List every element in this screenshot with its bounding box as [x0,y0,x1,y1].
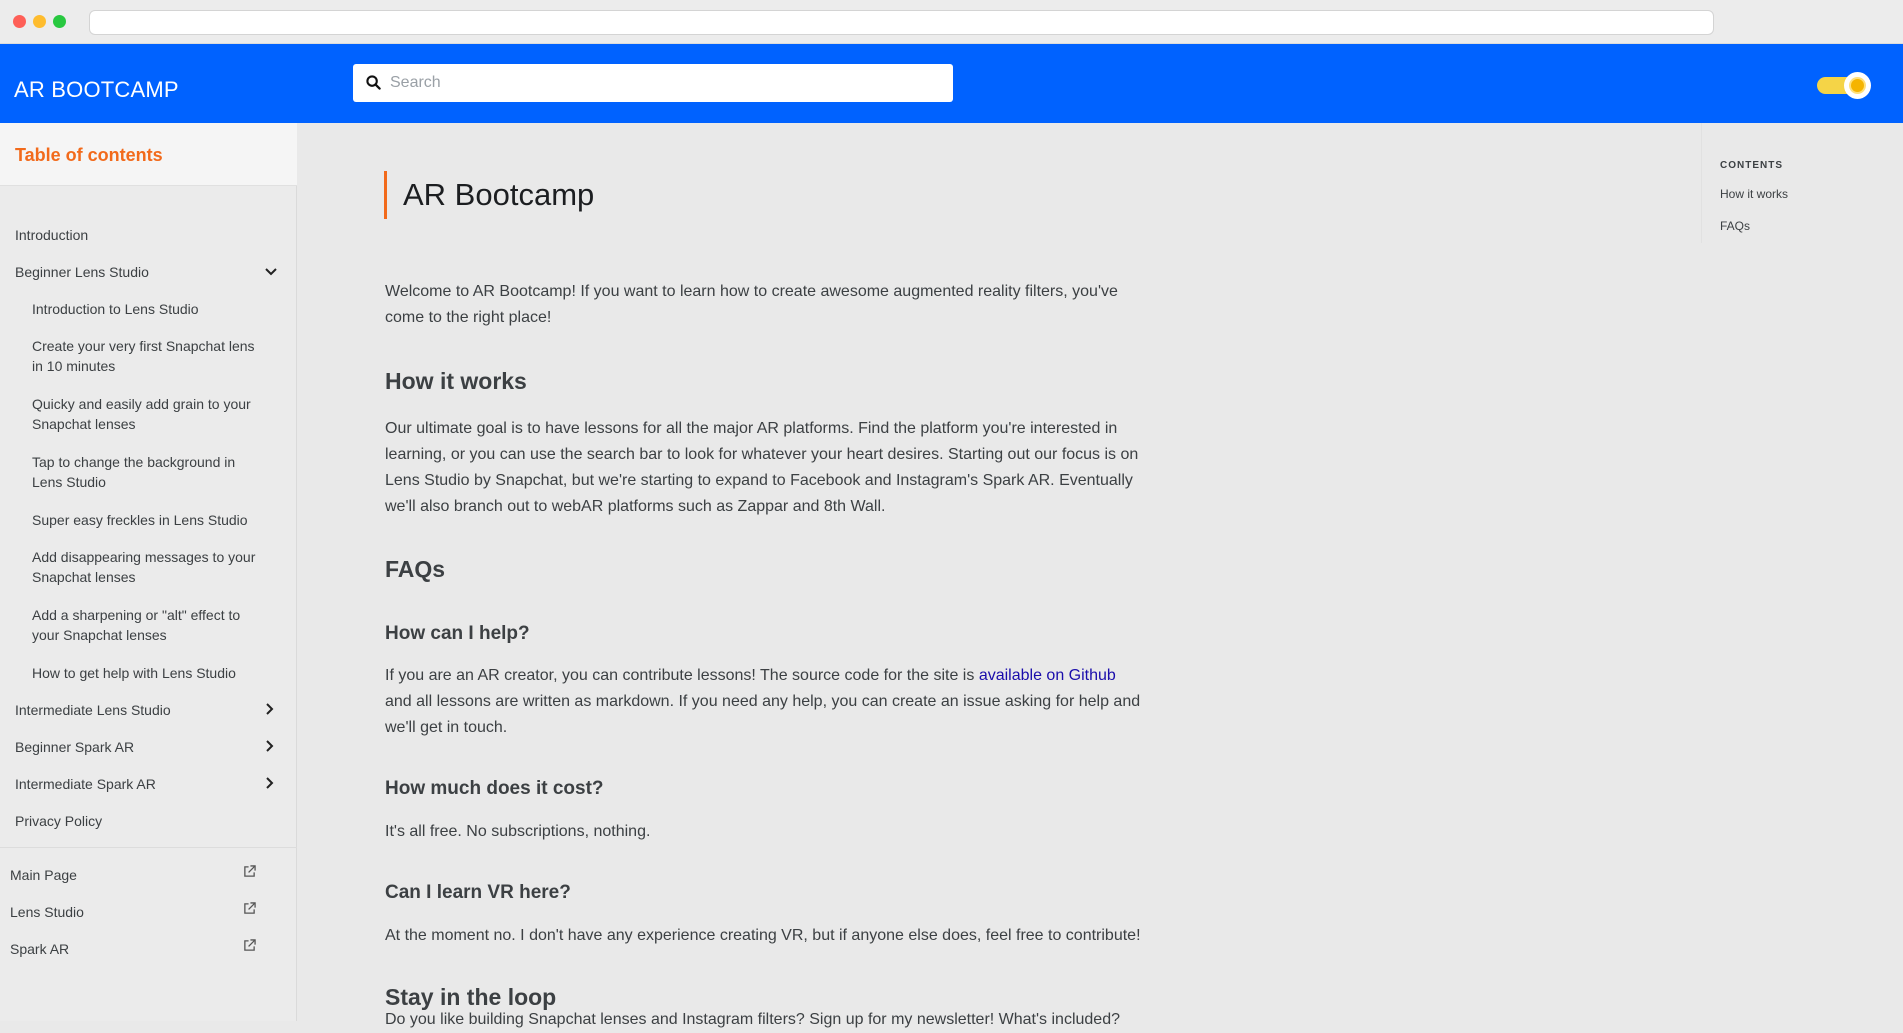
search-box[interactable] [353,64,953,102]
sidebar: Table of contents Introduction Beginner … [0,123,297,1021]
sidebar-item-intermediate-lens-studio[interactable]: Intermediate Lens Studio [15,700,275,720]
heading-cost: How much does it cost? [385,778,604,799]
search-icon [366,75,381,90]
chevron-right-icon[interactable] [264,739,276,753]
sidebar-item-first-snapchat-lens[interactable]: Create your very first Snapchat lens in … [32,336,262,376]
close-window-button[interactable] [13,15,26,28]
sidebar-item-intro-lens-studio[interactable]: Introduction to Lens Studio [32,299,262,319]
sidebar-item-intermediate-spark-ar[interactable]: Intermediate Spark AR [15,774,275,794]
on-page-toc-heading: CONTENTS [1720,160,1783,171]
sidebar-item-disappearing-messages[interactable]: Add disappearing messages to your Snapch… [32,547,262,587]
chevron-down-icon[interactable] [264,267,278,277]
sidebar-item-beginner-spark-ar[interactable]: Beginner Spark AR [15,737,275,757]
theme-toggle[interactable] [1817,72,1873,99]
toc-link-faqs[interactable]: FAQs [1720,219,1750,233]
search-input[interactable] [390,64,940,102]
maximize-window-button[interactable] [53,15,66,28]
sidebar-item-add-grain[interactable]: Quicky and easily add grain to your Snap… [32,394,262,434]
on-page-toc: CONTENTS How it works FAQs [1701,123,1881,243]
intro-paragraph: Welcome to AR Bootcamp! If you want to l… [385,283,1118,326]
browser-chrome [0,0,1903,44]
brand-logo[interactable]: AR BOOTCAMP [14,77,179,103]
sidebar-item-introduction[interactable]: Introduction [15,225,275,245]
toggle-knob [1844,72,1871,99]
cost-paragraph: It's all free. No subscriptions, nothing… [385,823,651,840]
sidebar-item-label: Beginner Lens Studio [15,264,149,280]
external-link-spark-ar[interactable]: Spark AR [10,941,69,957]
external-link-icon [244,902,256,914]
sidebar-item-sharpening-effect[interactable]: Add a sharpening or "alt" effect to your… [32,605,262,645]
sidebar-item-privacy-policy[interactable]: Privacy Policy [15,811,275,831]
heading-how-can-i-help: How can I help? [385,623,530,644]
external-link-icon [244,865,256,877]
sidebar-item-beginner-lens-studio[interactable]: Beginner Lens Studio [15,262,275,282]
heading-how-it-works: How it works [385,368,527,394]
help-text-after: and all lessons are written as markdown.… [385,693,1141,736]
loop-paragraph: Do you like building Snapchat lenses and… [385,1011,1120,1028]
sidebar-item-tap-change-background[interactable]: Tap to change the background in Lens Stu… [32,452,262,492]
help-text-before: If you are an AR creator, you can contri… [385,667,979,684]
toc-link-how-it-works[interactable]: How it works [1720,187,1788,201]
top-navbar: AR BOOTCAMP [0,44,1903,123]
external-link-icon [244,939,256,951]
heading-faqs: FAQs [385,556,446,582]
minimize-window-button[interactable] [33,15,46,28]
chevron-right-icon[interactable] [264,776,276,790]
sidebar-item-freckles[interactable]: Super easy freckles in Lens Studio [32,510,262,530]
external-link-main-page[interactable]: Main Page [10,867,77,883]
external-link-lens-studio[interactable]: Lens Studio [10,904,84,920]
address-bar[interactable] [89,10,1714,35]
page-title: AR Bootcamp [384,171,594,219]
toc-title: Table of contents [15,145,163,165]
chevron-right-icon[interactable] [264,702,276,716]
help-paragraph: If you are an AR creator, you can contri… [385,663,1145,741]
main-content: AR Bootcamp Welcome to AR Bootcamp! If y… [298,123,1698,1028]
heading-learn-vr: Can I learn VR here? [385,882,571,903]
toc-header: Table of contents [0,123,297,186]
vr-paragraph: At the moment no. I don't have any exper… [385,927,1141,944]
how-it-works-paragraph: Our ultimate goal is to have lessons for… [385,420,1139,515]
sidebar-item-get-help[interactable]: How to get help with Lens Studio [32,663,262,683]
sun-icon [1851,79,1864,92]
sidebar-divider [0,847,297,848]
github-link[interactable]: available on Github [979,667,1116,684]
